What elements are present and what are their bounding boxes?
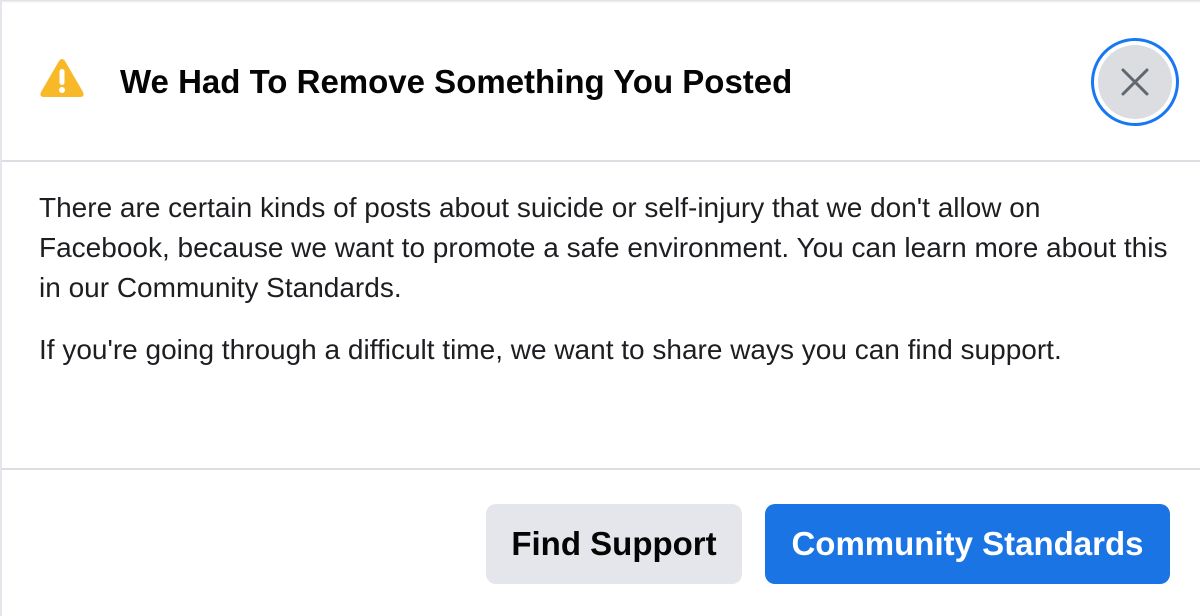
dialog-header: We Had To Remove Something You Posted	[2, 0, 1200, 162]
policy-explanation-text: There are certain kinds of posts about s…	[39, 192, 1168, 303]
dialog-title: We Had To Remove Something You Posted	[120, 63, 793, 100]
warning-triangle-icon	[40, 59, 84, 97]
dialog-body: There are certain kinds of posts about s…	[2, 164, 1200, 470]
support-offer-text: If you're going through a difficult time…	[39, 334, 1062, 365]
close-button-background	[1098, 45, 1172, 119]
close-icon	[1121, 68, 1149, 96]
find-support-button[interactable]: Find Support	[486, 504, 742, 584]
dialog-footer: Find Support Community Standards	[2, 472, 1200, 616]
close-button[interactable]	[1091, 38, 1179, 126]
removed-post-dialog: We Had To Remove Something You Posted Th…	[0, 0, 1200, 616]
community-standards-button[interactable]: Community Standards	[765, 504, 1170, 584]
